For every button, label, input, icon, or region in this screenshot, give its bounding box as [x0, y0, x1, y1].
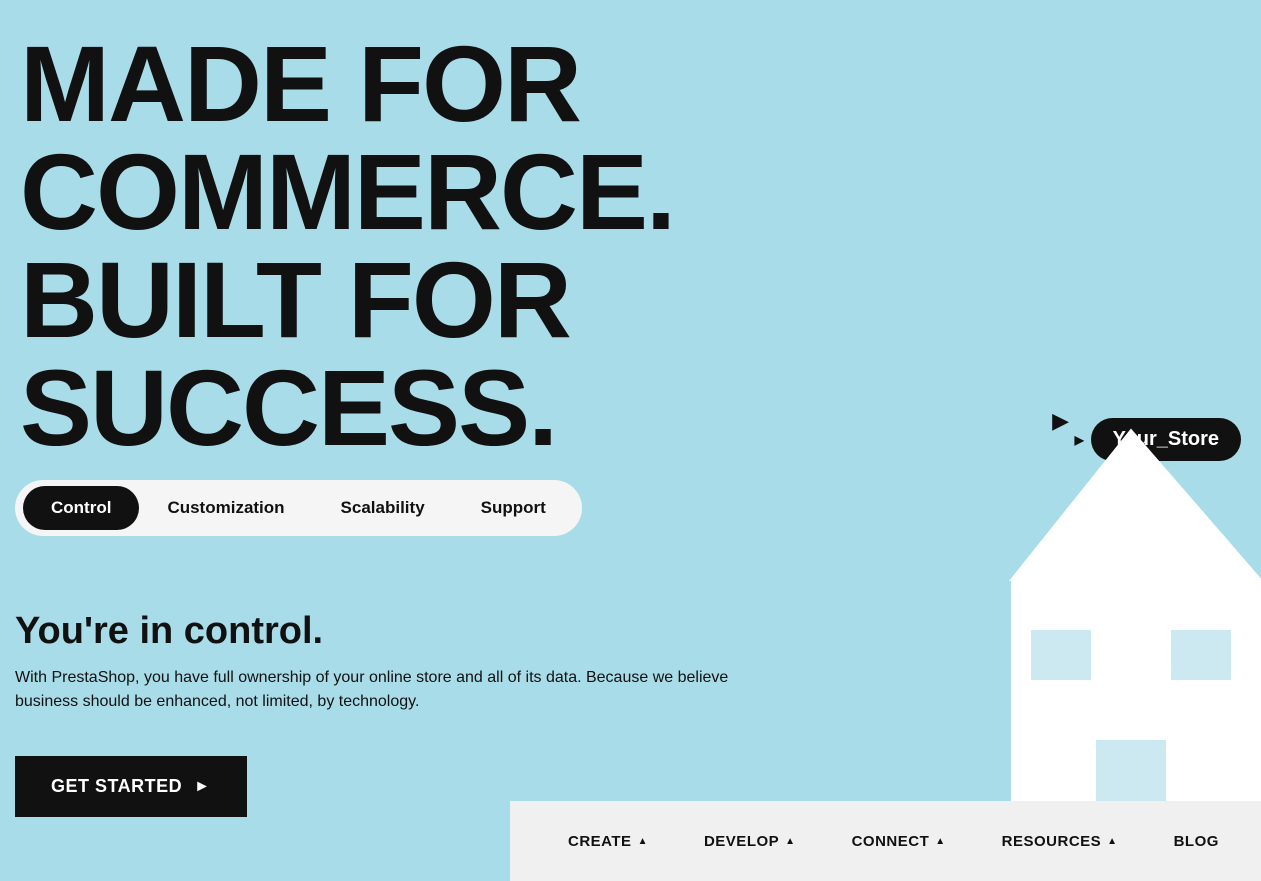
nav-create-arrow-icon: ▲: [638, 836, 648, 847]
cta-label: GET STARTED: [51, 776, 182, 797]
subheadline: You're in control.: [15, 610, 323, 653]
nav-create-label: CREATE: [568, 833, 632, 850]
body-text: With PrestaShop, you have full ownership…: [15, 666, 728, 714]
tab-support[interactable]: Support: [453, 486, 574, 530]
feature-tabs: Control Customization Scalability Suppor…: [15, 480, 582, 536]
headline-line2: COMMERCE.: [20, 138, 674, 246]
nav-blog[interactable]: BLOG: [1146, 833, 1247, 850]
nav-resources-label: RESOURCES: [1002, 833, 1102, 850]
main-background: MADE FOR COMMERCE. BUILT FOR SUCCESS. Co…: [0, 0, 1261, 881]
bottom-nav: CREATE ▲ DEVELOP ▲ CONNECT ▲ RESOURCES ▲…: [510, 801, 1261, 881]
cta-arrow-icon: ►: [194, 778, 210, 796]
headline-line3: BUILT FOR: [20, 246, 674, 354]
nav-connect-label: CONNECT: [852, 833, 930, 850]
nav-blog-label: BLOG: [1174, 833, 1219, 850]
nav-develop-arrow-icon: ▲: [785, 836, 795, 847]
headline-line1: MADE FOR: [20, 30, 674, 138]
nav-develop[interactable]: DEVELOP ▲: [676, 833, 824, 850]
nav-create[interactable]: CREATE ▲: [540, 833, 676, 850]
tab-control[interactable]: Control: [23, 486, 139, 530]
body-text-line2: business should be enhanced, not limited…: [15, 693, 419, 710]
body-text-line1: With PrestaShop, you have full ownership…: [15, 669, 728, 686]
hero-headline: MADE FOR COMMERCE. BUILT FOR SUCCESS.: [20, 30, 674, 462]
nav-resources-arrow-icon: ▲: [1107, 836, 1117, 847]
tab-scalability[interactable]: Scalability: [313, 486, 453, 530]
get-started-button[interactable]: GET STARTED ►: [15, 756, 247, 817]
headline-line4: SUCCESS.: [20, 354, 674, 462]
tab-customization[interactable]: Customization: [139, 486, 312, 530]
nav-resources[interactable]: RESOURCES ▲: [974, 833, 1146, 850]
nav-connect-arrow-icon: ▲: [935, 836, 945, 847]
nav-connect[interactable]: CONNECT ▲: [824, 833, 974, 850]
nav-develop-label: DEVELOP: [704, 833, 779, 850]
